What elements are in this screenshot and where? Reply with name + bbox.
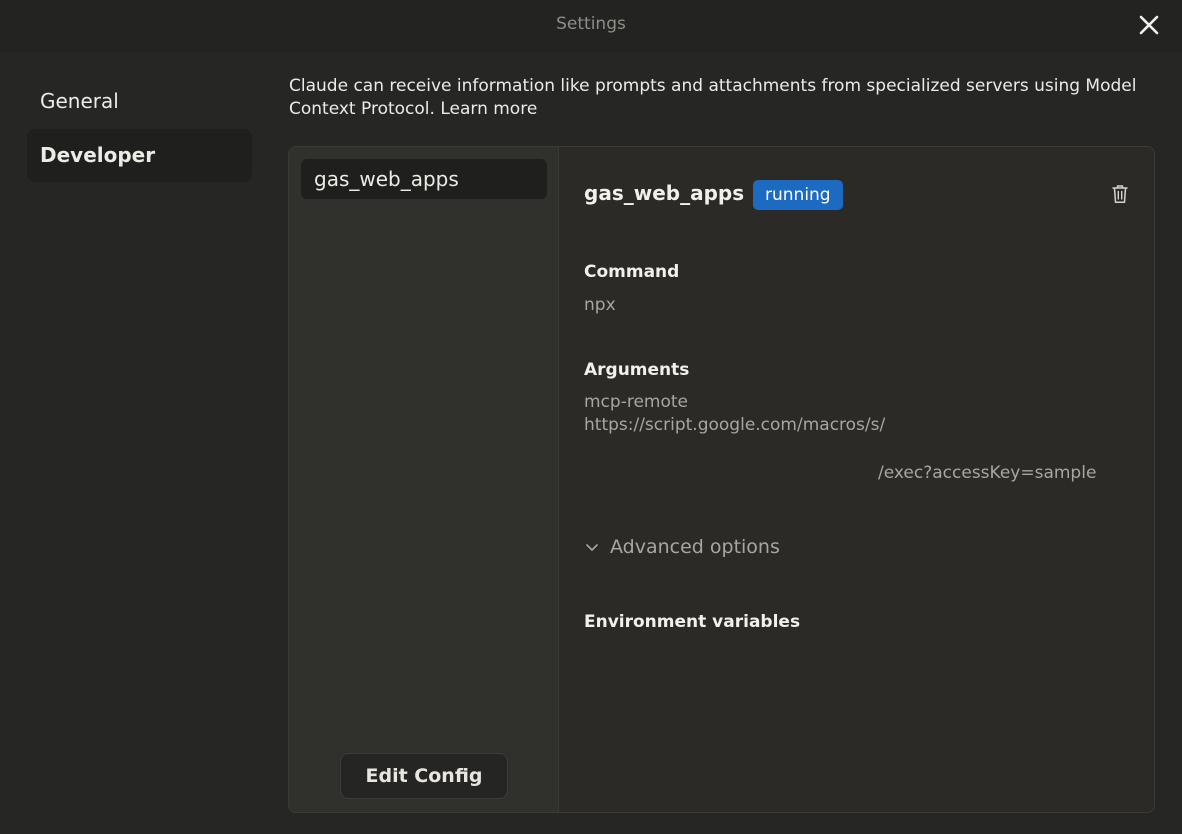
server-list: gas_web_apps Edit Config bbox=[289, 147, 559, 812]
delete-server-button[interactable] bbox=[1111, 184, 1129, 204]
learn-more-link[interactable]: Learn more bbox=[440, 99, 537, 119]
command-value: npx bbox=[584, 295, 616, 315]
nav-item-developer[interactable]: Developer bbox=[27, 129, 252, 182]
server-detail: gas_web_apps running Command npx Argumen… bbox=[560, 147, 1154, 812]
advanced-options-label: Advanced options bbox=[610, 536, 780, 558]
window-title: Settings bbox=[556, 14, 626, 34]
close-icon bbox=[1139, 15, 1159, 35]
arguments-label: Arguments bbox=[584, 360, 690, 380]
intro-description: Claude can receive information like prom… bbox=[289, 76, 1137, 119]
chevron-down-icon bbox=[586, 544, 598, 551]
server-list-item[interactable]: gas_web_apps bbox=[301, 159, 547, 199]
trash-icon bbox=[1112, 185, 1128, 203]
nav-item-general[interactable]: General bbox=[27, 75, 252, 128]
command-label: Command bbox=[584, 262, 680, 282]
argument-line: mcp-remote bbox=[584, 392, 688, 412]
status-badge: running bbox=[753, 180, 843, 210]
intro-text: Claude can receive information like prom… bbox=[289, 75, 1149, 121]
argument-line: /exec?accessKey=sample bbox=[878, 463, 1097, 483]
environment-variables-label: Environment variables bbox=[584, 612, 801, 632]
mcp-servers-panel: gas_web_apps Edit Config gas_web_apps ru… bbox=[288, 146, 1155, 813]
title-bar: Settings bbox=[0, 0, 1182, 52]
edit-config-button[interactable]: Edit Config bbox=[340, 753, 508, 799]
argument-line: https://script.google.com/macros/s/ bbox=[584, 415, 886, 435]
server-name-heading: gas_web_apps bbox=[584, 181, 745, 205]
close-button[interactable] bbox=[1136, 12, 1162, 38]
